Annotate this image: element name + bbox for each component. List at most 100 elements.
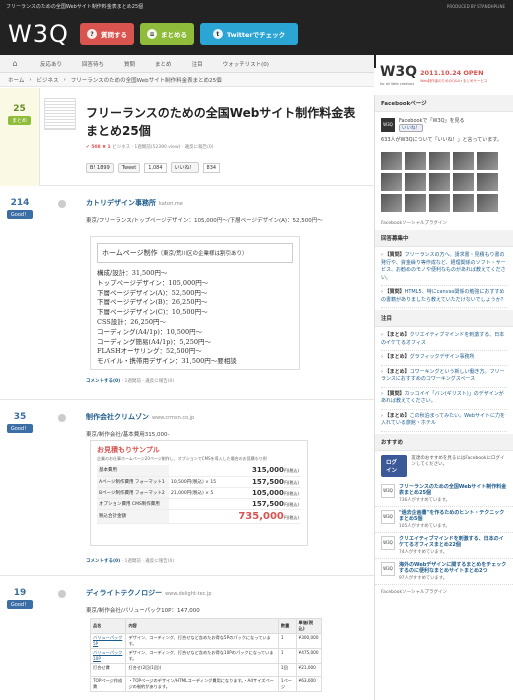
answer-title[interactable]: カトリデザイン事務所 katori.me [86, 198, 183, 208]
good-count: 214 Good！ [0, 186, 40, 219]
breadcrumb-current: フリーランスのための全国Webサイト制作料金表まとめ25個 [70, 77, 222, 84]
fan-avatar[interactable] [429, 152, 450, 170]
like-button[interactable]: いいね！ [170, 162, 199, 173]
price-line: トップページデザイン：105,000円〜 [97, 278, 209, 287]
breadcrumb-separator: › [29, 76, 32, 83]
fan-avatar[interactable] [477, 194, 498, 212]
facebook-section-heading: Facebookページ [375, 95, 513, 112]
nav-item-watchlist[interactable]: ウォッチリスト(0) [213, 60, 279, 68]
table-row: オプション費用 CMS制作費用 157,500円(税込) [97, 498, 301, 510]
fan-avatar[interactable] [477, 173, 498, 191]
good-button[interactable]: Good！ [6, 600, 34, 609]
list-item[interactable]: › 【質問】カッコイイ「バン(ギリスト)」のデザインがあれば教えてください。 [381, 388, 507, 410]
fb-login-text: 友達のおすすめを見るにはFacebookにログインしてください。 [411, 455, 505, 467]
site-logo[interactable]: W3Q [8, 20, 69, 48]
share-buttons: B! 1899 Tweet 1,084 いいね！ 834 [86, 162, 221, 173]
list-item[interactable]: › 【質問】HTML5、特にcanvas関係の勉強におすすめの書籍がありましたら… [381, 286, 507, 308]
fan-avatar[interactable] [429, 173, 450, 191]
pack-price-table: 品名 内容 数量 単価(税込) バリューパック5P デザイン、コーディング、打合せなど含… [89, 618, 323, 692]
twitter-check-button[interactable]: t Twitterでチェック [200, 23, 298, 45]
waiting-section-heading: 回答募集中 [375, 230, 513, 247]
w3q-icon: W3Q [381, 483, 395, 498]
fan-avatar[interactable] [453, 152, 474, 170]
fan-avatar[interactable] [405, 173, 426, 191]
w3q-icon: W3Q [381, 509, 395, 524]
nav-item-summary[interactable]: まとめ [145, 60, 182, 68]
good-button[interactable]: Good！ [6, 424, 34, 433]
answer-title[interactable]: ディライトテクノロジー www.delight-tec.jp [86, 588, 212, 598]
quote-subtitle: 企業のお仕事ホームページ20ページ制作し、オプションでCMSを導入した場合のお見… [97, 456, 267, 461]
main-nav: ⌂ 反応あり 回答待ち 質問 まとめ 注目 ウォッチリスト(0) [0, 55, 374, 73]
fan-avatar[interactable] [405, 152, 426, 170]
nav-item-waiting[interactable]: 回答待ち [72, 60, 114, 68]
fb-login-box: ログイン 友達のおすすめを見るにはFacebookにログインしてください。 [381, 454, 507, 477]
table-row: 打合せ費 打合せ(2回(1回)) 1回 ¥21,000 [89, 663, 323, 677]
summary-badge: まとめ [7, 116, 31, 125]
side-logo-mark: W3Q [380, 64, 418, 80]
fan-avatar[interactable] [381, 173, 402, 191]
nav-item-attention[interactable]: 注目 [182, 60, 213, 68]
list-item[interactable]: › 【まとめ】グラフィックデザイン事務所 [381, 351, 507, 366]
question-thumbnail [44, 98, 76, 130]
list-item[interactable]: › 【まとめ】クリエイティブマインドを刺激する、日本のイケてるオフィス [381, 329, 507, 351]
recommend-item[interactable]: W3Q フリーランスのための全国Webサイト制作料金表まとめ25個 736人がすすめ… [375, 481, 513, 507]
fb-plugin-label[interactable]: Facebookソーシャルプラグイン [375, 216, 513, 230]
fb-like-button[interactable]: いいね！ [399, 124, 423, 132]
fb-login-button[interactable]: ログイン [381, 454, 408, 477]
fan-avatar[interactable] [477, 152, 498, 170]
table-row: 基本費用 315,000円(税込) [97, 465, 301, 477]
list-item[interactable]: › 【質問】フリーランスの方へ。請求書・見積もり書の発行や、資金繰り等作成など、… [381, 249, 507, 286]
price-line: コーディング簡易(A4/1p)：5,250円〜 [97, 337, 212, 346]
recommend-item[interactable]: W3Q "過去企画書"を作るためのヒント・テクニックまとめ5個 105人がすすめてい… [375, 507, 513, 533]
attention-list: › 【まとめ】クリエイティブマインドを刺激する、日本のイケてるオフィス › 【ま… [375, 327, 513, 434]
sidebar: Facebookページ W3Q Facebookで「W3Q」を見る いいね！ 6… [374, 95, 513, 700]
fb-page-link[interactable]: Facebookで「W3Q」を見る [399, 117, 465, 124]
home-icon[interactable]: ⌂ [0, 59, 30, 68]
make-summary-button[interactable]: ≡ まとめる [140, 23, 194, 45]
question-meta: ✔ 508 ✖ 1 ビジネス · 1週間前(52390 view) · 違反に報… [86, 145, 214, 150]
tweet-count: 1,084 [144, 162, 167, 173]
comment-link[interactable]: コメントする(0) [86, 559, 120, 564]
list-item[interactable]: › 【まとめ】コワーキングという新しい働き方。フリーランスにおすすめのコワーキン… [381, 366, 507, 388]
comment-link[interactable]: コメントする(0) [86, 379, 120, 384]
hatena-button[interactable]: B! 1899 [86, 162, 114, 173]
recommend-item[interactable]: W3Q クリエイティブマインドを刺激する、日本のイケてるオフィスまとめ22個 74人… [375, 533, 513, 559]
answer-footer: コメントする(0) · 1週間前 · 違反に報告(0) [86, 379, 175, 384]
price-line: モバイル・携帯用デザイン：31,500円〜要相談 [97, 357, 237, 366]
fb-plugin-label[interactable]: Facebookソーシャルプラグイン [375, 585, 513, 599]
list-item[interactable]: › 【まとめ】この秋泊まってみたい。Webサイトに力を入れている旅館・ホテル [381, 410, 507, 432]
answer-footer: コメントする(0) · 1週間前 · 違反に報告(0) [86, 559, 175, 564]
price-line: CSS設計：26,250円〜 [97, 317, 167, 326]
tweet-button[interactable]: Tweet [117, 162, 141, 173]
ask-question-button[interactable]: ? 質問する [80, 23, 134, 45]
price-line: 下層ページデザイン(B)：26,250円〜 [97, 298, 208, 307]
fan-avatar[interactable] [453, 194, 474, 212]
price-heading: ホームページ制作（東京/荒川区の企業様は割引あり） [97, 243, 293, 263]
nav-item-question[interactable]: 質問 [114, 60, 145, 68]
like-count: 834 [202, 162, 221, 173]
fan-avatar[interactable] [381, 152, 402, 170]
question-block: 25 まとめ フリーランスのための全国Webサイト制作料金表まとめ25個 ✔ 5… [0, 88, 374, 186]
recommend-item[interactable]: W3Q 海外のWebデザインに関するまとめをチェックするのに便利なまとめサイトまと… [375, 559, 513, 585]
fan-avatar[interactable] [405, 194, 426, 212]
w3q-fb-icon[interactable]: W3Q [381, 117, 395, 132]
side-logo-banner[interactable]: W3Q for all Web creators 2011.10.24 OPEN… [376, 55, 513, 95]
avatar [58, 414, 66, 422]
quote-table: 基本費用 315,000円(税込) Aページ制作費用 フォーマット1 10,500円… [97, 465, 301, 524]
table-row: バリューパック10P デザイン、コーディング、打合せなど含めたお得な10Pのパック… [89, 648, 323, 664]
twitter-icon: t [212, 29, 223, 39]
table-row: 税込合計金額 735,000円(税込) [97, 509, 301, 524]
summary-icon: ≡ [147, 29, 157, 39]
fan-avatar[interactable] [381, 194, 402, 212]
quote-sample-image: お見積もりサンプル 企業のお仕事ホームページ20ページ制作し、オプションでCMS… [90, 440, 308, 546]
fan-avatar[interactable] [429, 194, 450, 212]
fan-avatar[interactable] [453, 173, 474, 191]
price-line: コーディング(A4/1p)：10,500円〜 [97, 327, 203, 336]
nav-item-reaction[interactable]: 反応あり [30, 60, 72, 68]
good-button[interactable]: Good！ [6, 210, 34, 219]
breadcrumb-home[interactable]: ホーム [8, 76, 24, 84]
answer-title[interactable]: 制作会社クリムゾン www.crmsn.co.jp [86, 412, 194, 422]
table-row: TOPページ作成費 ・TOPページのデザイン/HTMLコーディング費用になります。… [89, 676, 323, 692]
price-line: 下層ページデザイン(A)：52,500円〜 [97, 288, 208, 297]
breadcrumb-category[interactable]: ビジネス [37, 76, 59, 84]
